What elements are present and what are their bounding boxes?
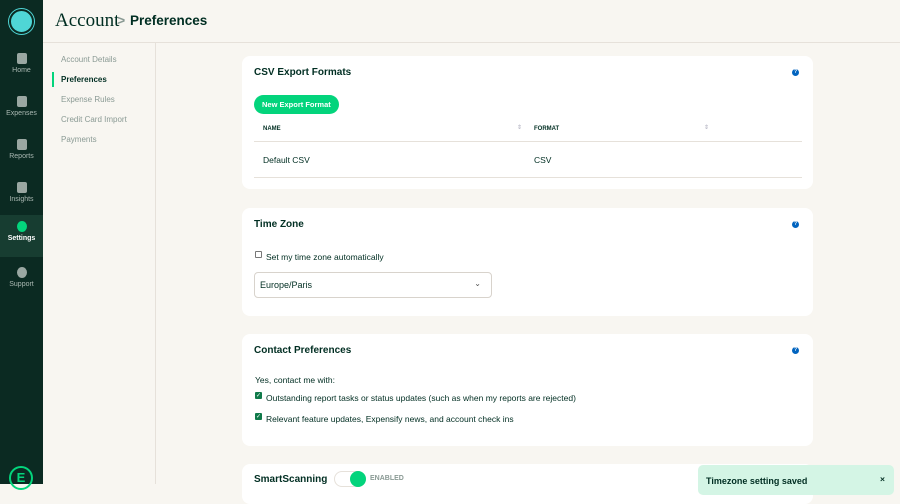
nav-support[interactable]: Support: [0, 261, 43, 303]
nav-label: Home: [12, 67, 31, 74]
account-avatar[interactable]: [9, 9, 34, 34]
card-title: CSV Export Formats: [254, 67, 352, 78]
toggle-knob: [350, 471, 366, 487]
nav-reports[interactable]: Reports: [0, 133, 43, 175]
nav-label: Settings: [7, 235, 36, 242]
nav-label: Reports: [9, 153, 34, 160]
row-name[interactable]: Default CSV: [263, 155, 310, 165]
page-header: Account > Preferences: [43, 0, 900, 43]
nav-insights[interactable]: Insights: [0, 176, 43, 218]
divider: [254, 141, 802, 142]
auto-timezone-label[interactable]: Set my time zone automatically: [266, 252, 384, 262]
toggle-status: ENABLED: [370, 475, 404, 482]
gear-icon: [16, 221, 27, 232]
sort-icon[interactable]: ⇕: [704, 124, 709, 131]
column-header-name[interactable]: NAME: [263, 126, 281, 132]
sort-icon[interactable]: ⇕: [517, 124, 522, 131]
nav-label: Expenses: [6, 110, 37, 117]
timezone-select[interactable]: Europe/Paris ⌄: [254, 272, 492, 298]
chevron-down-icon: ⌄: [474, 279, 481, 288]
expensify-logo: E: [9, 466, 33, 490]
breadcrumb-account[interactable]: Account: [55, 10, 119, 32]
card-title: Time Zone: [254, 219, 304, 230]
subnav-preferences[interactable]: Preferences: [61, 75, 107, 84]
receipt-icon: [16, 96, 27, 107]
toast-message: Timezone setting saved: [706, 476, 808, 486]
nav-label: Insights: [9, 196, 34, 203]
nav-label: Support: [9, 281, 34, 288]
page-title: Preferences: [130, 13, 208, 28]
lightbulb-icon: [16, 182, 27, 193]
card-title: Contact Preferences: [254, 345, 352, 356]
row-format: CSV: [534, 155, 552, 165]
divider: [254, 177, 802, 178]
auto-timezone-checkbox[interactable]: [255, 251, 262, 258]
smartscanning-toggle[interactable]: [334, 471, 366, 487]
contact-preferences-card: Contact Preferences ? Yes, contact me wi…: [242, 334, 813, 446]
subnav-payments[interactable]: Payments: [61, 135, 97, 144]
help-icon[interactable]: ?: [792, 221, 799, 228]
new-export-format-button[interactable]: New Export Format: [254, 95, 339, 114]
subnav-expense-rules[interactable]: Expense Rules: [61, 95, 115, 104]
subnav-credit-card-import[interactable]: Credit Card Import: [61, 115, 127, 124]
home-icon: [16, 53, 27, 64]
nav-expenses[interactable]: Expenses: [0, 90, 43, 132]
csv-export-card: CSV Export Formats ? New Export Format N…: [242, 56, 813, 189]
nav-settings[interactable]: Settings: [0, 215, 43, 257]
help-icon[interactable]: ?: [792, 347, 799, 354]
document-icon: [16, 139, 27, 150]
help-icon[interactable]: ?: [792, 69, 799, 76]
report-updates-checkbox[interactable]: ✓: [255, 392, 262, 399]
card-title: SmartScanning: [254, 474, 328, 485]
chat-bubble-icon: [16, 267, 27, 278]
breadcrumb-separator-icon: >: [117, 12, 126, 28]
column-header-format[interactable]: FORMAT: [534, 126, 559, 132]
feature-updates-checkbox[interactable]: ✓: [255, 413, 262, 420]
toast-notification: Timezone setting saved ×: [698, 465, 894, 495]
close-icon[interactable]: ×: [880, 474, 885, 484]
feature-updates-label[interactable]: Relevant feature updates, Expensify news…: [266, 414, 514, 424]
report-updates-label[interactable]: Outstanding report tasks or status updat…: [266, 393, 576, 403]
settings-subnav: Account Details Preferences Expense Rule…: [43, 43, 156, 484]
left-nav: Home Expenses Reports Insights Settings …: [0, 0, 43, 490]
contact-intro: Yes, contact me with:: [255, 375, 336, 385]
timezone-value: Europe/Paris: [260, 280, 313, 290]
nav-home[interactable]: Home: [0, 47, 43, 89]
subnav-account-details[interactable]: Account Details: [61, 55, 117, 64]
active-indicator: [52, 72, 54, 87]
time-zone-card: Time Zone ? Set my time zone automatical…: [242, 208, 813, 316]
